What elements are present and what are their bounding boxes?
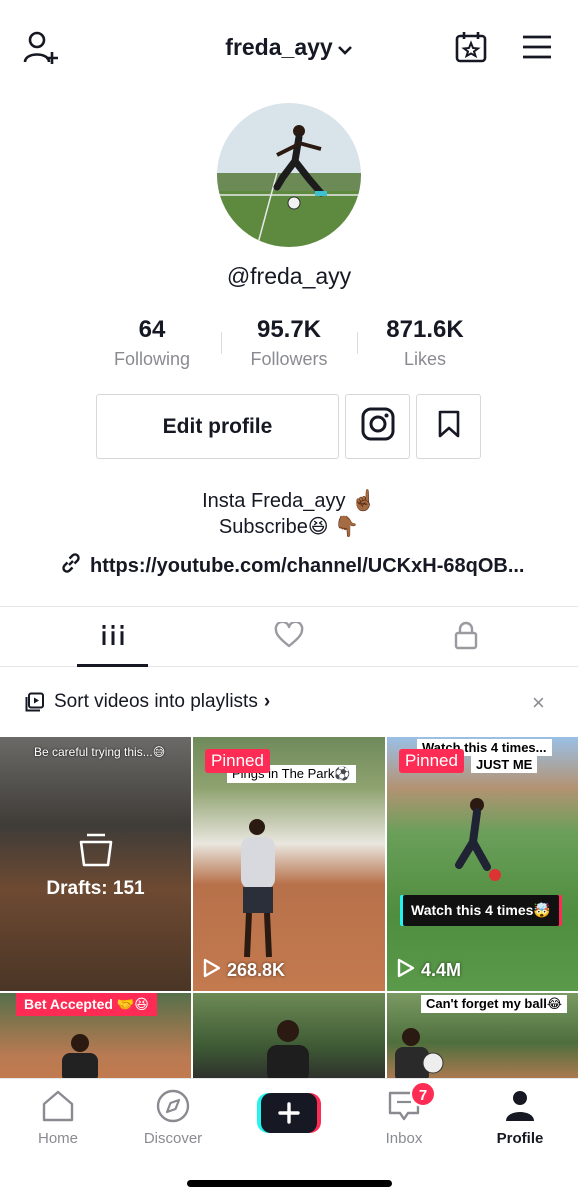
likes-label: Likes (403, 349, 447, 369)
video-tile[interactable]: Bet Accepted 🤝😆 (0, 993, 191, 1080)
nav-profile-label: Profile (496, 1130, 544, 1147)
tab-private[interactable] (369, 607, 562, 667)
stat-likes[interactable]: 871.6K Likes (357, 314, 493, 372)
bio-link[interactable]: https://youtube.com/channel/UCKxH-68qOB.… (60, 552, 524, 580)
drafts-tile[interactable]: Be careful trying this...😅 Drafts: 151 (0, 737, 191, 991)
create-video-button[interactable] (257, 1091, 321, 1135)
close-icon[interactable]: × (532, 690, 545, 716)
view-count: 4.4M (397, 958, 461, 983)
video-grid: Be careful trying this...😅 Drafts: 151 P… (0, 737, 578, 1080)
nav-inbox[interactable]: Inbox (346, 1089, 462, 1147)
profile-stats: 64 Following 95.7K Followers 871.6K Like… (84, 314, 494, 374)
link-icon (60, 552, 82, 580)
video-caption: Be careful trying this...😅 (34, 745, 166, 759)
inbox-badge: 7 (410, 1081, 436, 1107)
hamburger-menu-icon[interactable] (519, 32, 555, 62)
avatar[interactable] (217, 103, 361, 247)
compass-icon (155, 1089, 191, 1127)
drafts-count: Drafts: 151 (46, 878, 145, 899)
inbox-icon (386, 1091, 422, 1127)
stat-followers[interactable]: 95.7K Followers (221, 314, 357, 372)
pinned-badge: Pinned (399, 749, 464, 773)
player-figure (267, 1020, 309, 1080)
nav-inbox-label: Inbox (385, 1130, 423, 1147)
following-label: Following (113, 349, 191, 369)
followers-count: 95.7K (256, 316, 322, 343)
videos-grid-icon (100, 622, 126, 653)
play-icon (397, 958, 415, 983)
drafts-overlay: Drafts: 151 (0, 833, 191, 900)
video-caption: Can't forget my ball😂 (421, 995, 568, 1013)
bio-link-url: https://youtube.com/channel/UCKxH-68qOB.… (90, 554, 525, 577)
video-tile[interactable]: Pings in The Park⚽ Pinned 268.8K (193, 737, 385, 991)
home-indicator (187, 1180, 392, 1187)
lock-icon (453, 620, 479, 655)
instagram-button[interactable] (345, 394, 410, 459)
nav-profile[interactable]: Profile (462, 1089, 578, 1147)
bookmark-icon (437, 410, 461, 443)
playlist-prompt[interactable]: Sort videos into playlists › × (0, 680, 578, 724)
profile-icon (502, 1091, 538, 1127)
play-icon (203, 958, 221, 983)
player-figure (62, 1034, 98, 1080)
nav-discover-label: Discover (143, 1130, 203, 1147)
player-figure (455, 798, 501, 881)
nav-home[interactable]: Home (0, 1089, 116, 1147)
bio-line: Subscribe😆 👇🏾 (218, 516, 360, 538)
nav-discover[interactable]: Discover (115, 1089, 231, 1147)
playlist-icon (25, 692, 45, 717)
caption-overlay: Watch this 4 times🤯 (403, 895, 559, 926)
nav-home-label: Home (37, 1130, 78, 1147)
bio: Insta Freda_ayy ☝🏾 Subscribe😆 👇🏾 (0, 488, 578, 540)
pinned-badge: Pinned (205, 749, 270, 773)
video-tile[interactable] (193, 993, 385, 1080)
tab-liked[interactable] (192, 607, 385, 667)
profile-handle: @freda_ayy (226, 263, 352, 289)
favorites-button[interactable] (416, 394, 481, 459)
edit-profile-button[interactable]: Edit profile (96, 394, 339, 459)
heart-icon (274, 620, 304, 653)
active-tab-indicator (77, 664, 148, 667)
video-caption: JUST ME (471, 756, 538, 773)
likes-count: 871.6K (386, 316, 464, 343)
profile-tabs (0, 606, 578, 667)
username-text: freda_ayy (225, 34, 333, 60)
caption-overlay: Bet Accepted 🤝😆 (16, 993, 157, 1016)
player-figure (241, 819, 275, 958)
home-icon (40, 1090, 76, 1127)
video-tile[interactable]: Can't forget my ball😂 (387, 993, 578, 1080)
playlist-prompt-text: Sort videos into playlists › (54, 691, 271, 712)
username-switcher[interactable]: freda_ayy (0, 34, 578, 62)
view-count: 268.8K (203, 958, 285, 983)
calendar-star-icon[interactable] (452, 28, 490, 66)
followers-label: Followers (250, 349, 328, 369)
instagram-icon (361, 407, 395, 446)
chevron-down-icon (337, 35, 353, 62)
drafts-icon (79, 833, 113, 871)
tab-videos[interactable] (16, 607, 209, 667)
stat-following[interactable]: 64 Following (84, 314, 220, 372)
chevron-right-icon: › (263, 691, 271, 712)
bio-line: Insta Freda_ayy ☝🏾 (202, 490, 376, 512)
player-figure (395, 1028, 444, 1080)
video-tile[interactable]: Watch this 4 times... JUST ME Pinned Wat… (387, 737, 578, 991)
top-bar: freda_ayy (0, 0, 578, 96)
following-count: 64 (138, 316, 166, 343)
